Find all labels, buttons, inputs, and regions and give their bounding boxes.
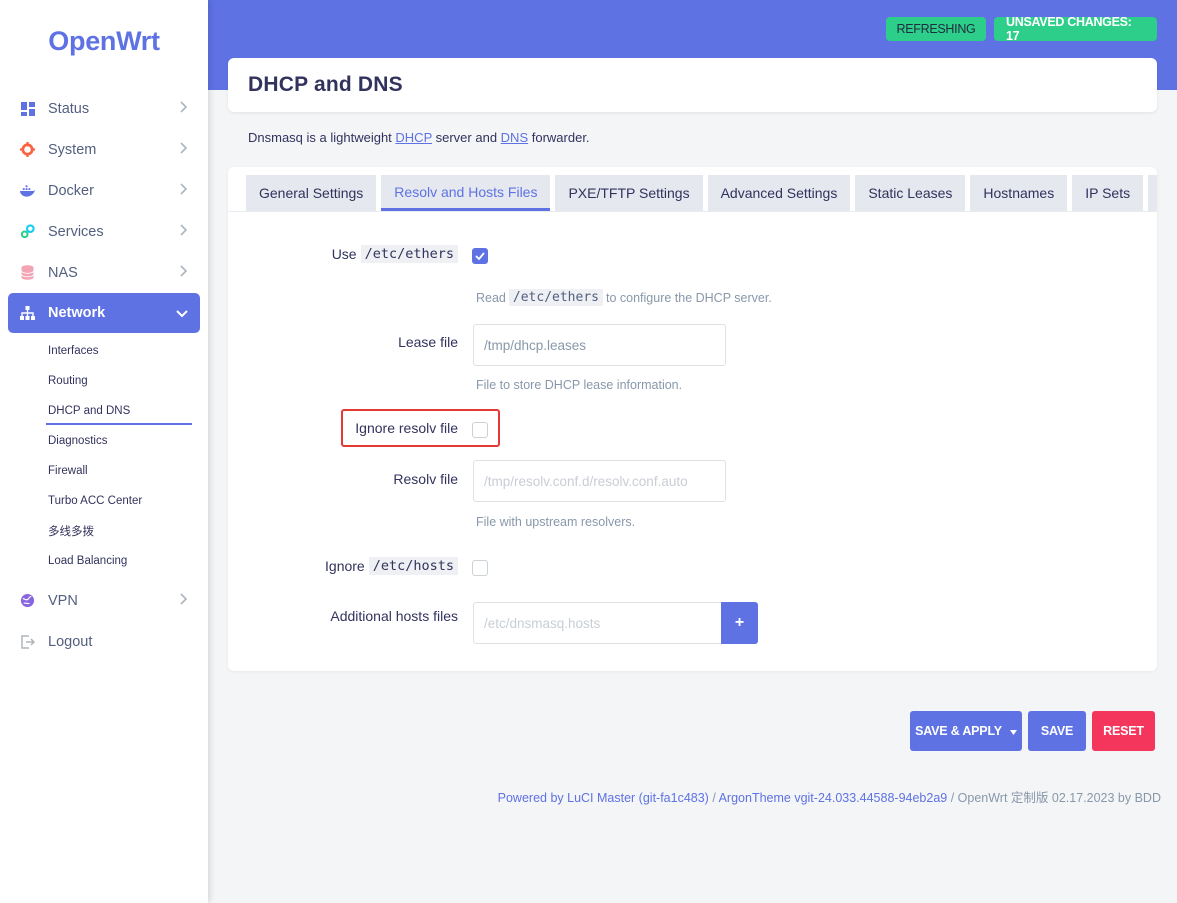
additional-hosts-input[interactable] [473,602,722,644]
label-text: Use [331,246,357,262]
argon-theme-link[interactable]: ArgonTheme vgit-24.033.44588-94eb2a9 [719,791,948,805]
desc-text: forwarder. [528,130,590,145]
tab-hostnames[interactable]: Hostnames [970,175,1068,211]
use-ethers-help: Read /etc/ethers to configure the DHCP s… [476,289,772,306]
chevron-right-icon [180,142,188,158]
tab-bar: General Settings Resolv and Hosts Files … [246,175,1157,211]
chevron-right-icon [180,101,188,117]
network-submenu: Interfaces Routing DHCP and DNS Diagnost… [0,336,208,576]
dns-link[interactable]: DNS [501,130,528,145]
ignore-resolv-label: Ignore resolv file [355,420,458,436]
save-button[interactable]: SAVE [1028,711,1086,751]
lease-file-input[interactable] [473,324,726,366]
page-title: DHCP and DNS [248,73,403,96]
resolv-file-help: File with upstream resolvers. [476,515,636,529]
services-icon [20,224,35,239]
use-ethers-label: Use /etc/ethers [332,245,458,263]
use-ethers-checkbox[interactable] [472,248,488,264]
help-text: to configure the DHCP server. [605,290,772,305]
sidebar-item-logout[interactable]: Logout [0,621,208,662]
save-apply-button[interactable]: SAVE & APPLY [910,711,1022,751]
sidebar-subitem-dhcp-dns[interactable]: DHCP and DNS [0,396,208,426]
sidebar-menu-bottom: VPN Logout [0,580,208,662]
ignore-resolv-checkbox[interactable] [472,422,488,438]
lease-file-help: File to store DHCP lease information. [476,378,683,392]
lease-file-label: Lease file [398,334,458,350]
sidebar-item-label: System [48,141,97,158]
sidebar-item-label: Status [48,100,90,117]
sidebar-menu: Status System Docker Services NAS Networ… [0,88,208,333]
sidebar-subitem-routing[interactable]: Routing [0,366,208,396]
dashboard-icon [20,101,35,116]
sidebar-item-status[interactable]: Status [0,88,208,129]
code-path: /etc/ethers [508,289,603,306]
desc-text: Dnsmasq is a lightweight [248,130,396,145]
resolv-file-input[interactable] [473,460,726,502]
openwrt-logo[interactable]: OpenWrt [0,0,208,82]
sidebar-item-label: Network [48,305,106,321]
sidebar-item-services[interactable]: Services [0,211,208,252]
sidebar-item-system[interactable]: System [0,129,208,170]
tab-general-settings[interactable]: General Settings [246,175,377,211]
sidebar-item-label: VPN [48,592,78,609]
add-hosts-file-button[interactable]: + [721,602,758,644]
page-description: Dnsmasq is a lightweight DHCP server and… [248,130,590,145]
ignore-hosts-checkbox[interactable] [472,560,488,576]
resolv-file-label: Resolv file [393,471,458,487]
tab-advanced-settings[interactable]: Advanced Settings [707,175,851,211]
database-icon [20,265,35,280]
caret-down-icon[interactable] [1009,724,1017,738]
dhcp-link[interactable]: DHCP [395,130,432,145]
sidebar-subitem-diagnostics[interactable]: Diagnostics [0,426,208,456]
logout-icon [20,634,35,649]
settings-panel: General Settings Resolv and Hosts Files … [228,167,1157,671]
code-path: /etc/ethers [360,245,458,263]
luci-link[interactable]: Powered by LuCI Master (git-fa1c483) [498,791,709,805]
sidebar-item-vpn[interactable]: VPN [0,580,208,621]
sidebar: OpenWrt Status System Docker Services NA… [0,0,208,903]
additional-hosts-label: Additional hosts files [330,608,458,624]
tab-ip-sets[interactable]: IP Sets [1072,175,1144,211]
footer-text: / OpenWrt 定制版 02.17.2023 by BDD [947,791,1161,805]
chevron-right-icon [180,183,188,199]
sidebar-item-label: Logout [48,633,93,650]
sidebar-subitem-firewall[interactable]: Firewall [0,456,208,486]
tab-overflow[interactable]: C [1148,175,1157,211]
sidebar-item-network[interactable]: Network [8,293,200,333]
tab-pxe-tftp-settings[interactable]: PXE/TFTP Settings [555,175,703,211]
docker-icon [20,183,35,198]
help-text: Read [476,290,506,305]
save-apply-label: SAVE & APPLY [915,724,1002,738]
code-path: /etc/hosts [368,557,458,575]
label-text: Ignore [325,558,365,574]
footer: Powered by LuCI Master (git-fa1c483) / A… [498,787,1161,806]
tab-static-leases[interactable]: Static Leases [855,175,966,211]
ignore-hosts-label: Ignore /etc/hosts [325,557,458,575]
vpn-icon [20,593,35,608]
sidebar-item-docker[interactable]: Docker [0,170,208,211]
sidebar-subitem-interfaces[interactable]: Interfaces [0,336,208,366]
tab-resolv-hosts-files[interactable]: Resolv and Hosts Files [381,175,551,211]
reset-button[interactable]: RESET [1092,711,1155,751]
desc-text: server and [432,130,501,145]
unsaved-changes-badge[interactable]: UNSAVED CHANGES: 17 [994,15,1157,43]
tabs-divider [228,211,1157,212]
sidebar-item-label: Docker [48,182,94,199]
sidebar-subitem-multiwan-dial[interactable]: 多线多拨 [0,516,208,546]
page-title-card: DHCP and DNS [228,58,1157,112]
checkmark-icon [475,252,485,260]
chevron-right-icon [180,224,188,240]
sidebar-item-label: NAS [48,264,78,281]
gear-icon [20,142,35,157]
footer-separator: / [708,791,719,805]
refreshing-badge[interactable]: REFRESHING [886,17,986,41]
sidebar-item-label: Services [48,223,104,240]
sidebar-subitem-turbo-acc[interactable]: Turbo ACC Center [0,486,208,516]
sidebar-item-nas[interactable]: NAS [0,252,208,293]
chevron-right-icon [180,593,188,609]
sidebar-subitem-load-balancing[interactable]: Load Balancing [0,546,208,576]
network-icon [20,306,35,321]
chevron-right-icon [180,265,188,281]
chevron-down-icon [176,306,188,322]
